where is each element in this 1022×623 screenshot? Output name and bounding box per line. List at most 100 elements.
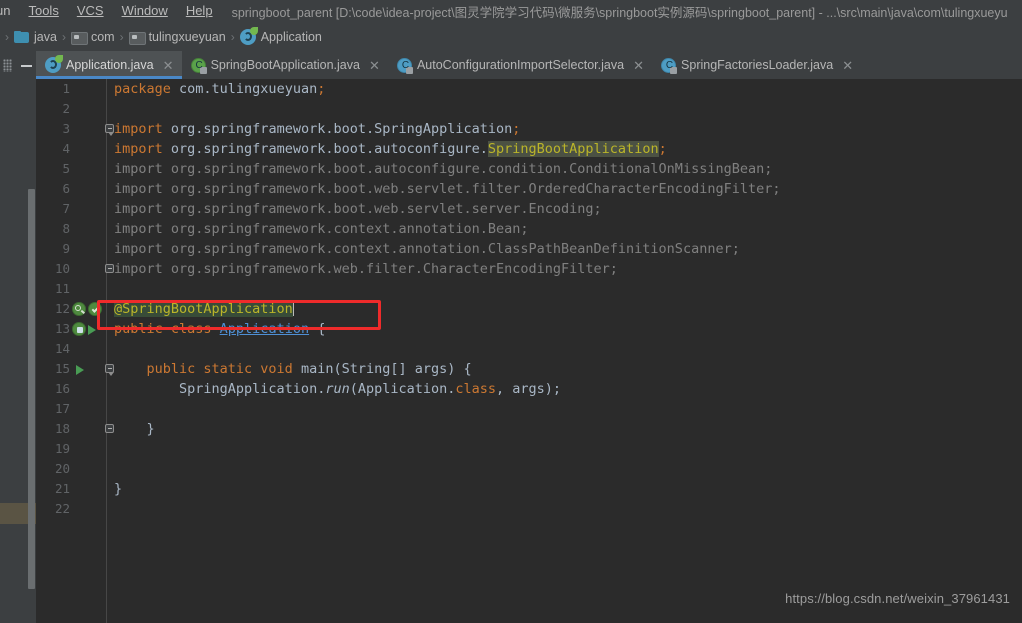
tab-label: AutoConfigurationImportSelector.java <box>416 58 625 72</box>
project-scrollbar[interactable] <box>28 189 35 589</box>
code-line[interactable]: 19 <box>36 439 1022 459</box>
code-token: run <box>325 381 350 397</box>
code-token: import org.springframework.boot.web.serv… <box>114 201 602 217</box>
tab-autoconfigurationimportselector-java[interactable]: AutoConfigurationImportSelector.java ✕ <box>387 51 653 79</box>
tab-label: SpringBootApplication.java <box>210 58 360 72</box>
code-line[interactable]: 11 <box>36 279 1022 299</box>
code-token: @SpringBootApplication <box>114 301 293 317</box>
code-line[interactable]: 4 import org.springframework.boot.autocon… <box>36 139 1022 159</box>
code-line[interactable]: 16 SpringApplication.run(Application.cla… <box>36 379 1022 399</box>
tab-close-icon[interactable]: ✕ <box>842 59 853 72</box>
line-number: 13 <box>54 321 70 336</box>
spring-bean-icon[interactable] <box>72 322 86 336</box>
run-icon[interactable] <box>88 325 96 335</box>
breadcrumb-separator: › <box>61 29 66 44</box>
code-text: import org.springframework.context.annot… <box>114 239 1022 259</box>
code-token: import org.springframework.context.annot… <box>114 241 740 257</box>
code-token: public class <box>114 321 220 337</box>
menu-item-vcs[interactable]: VCS <box>68 0 113 22</box>
code-text: import org.springframework.boot.web.serv… <box>114 179 1022 199</box>
menu-item-label: Help <box>185 3 213 18</box>
line-number: 6 <box>62 181 70 196</box>
spring-class-icon <box>239 26 258 45</box>
code-token <box>292 301 294 316</box>
code-line[interactable]: 13 public class Application { <box>36 319 1022 339</box>
tab-springbootapplication-java[interactable]: SpringBootApplication.java ✕ <box>181 51 388 79</box>
window-title: springboot_parent [D:\code\idea-project\… <box>231 5 1008 20</box>
code-text: @SpringBootApplication <box>114 299 1022 319</box>
menu-item-label: VCS <box>76 3 104 18</box>
code-token: import org.springframework.boot.autoconf… <box>114 161 773 177</box>
bean-check-icon[interactable] <box>88 302 102 316</box>
code-line[interactable]: 18 } <box>36 419 1022 439</box>
tab-application-java[interactable]: Application.java ✕ <box>36 51 182 79</box>
menu-item-label: Tools <box>28 3 59 18</box>
drag-handle-icon[interactable] <box>3 58 12 72</box>
line-number: 15 <box>54 361 70 376</box>
code-line[interactable]: 1 package com.tulingxueyuan; <box>36 79 1022 99</box>
line-number: 4 <box>62 141 70 156</box>
code-text: } <box>114 479 1022 499</box>
code-line[interactable]: 6 import org.springframework.boot.web.ser… <box>36 179 1022 199</box>
line-number: 12 <box>54 301 70 316</box>
code-token: import org.springframework.boot.web.serv… <box>114 181 781 197</box>
menu-item-window[interactable]: Window <box>113 0 177 22</box>
code-text: import org.springframework.context.annot… <box>114 219 1022 239</box>
code-line[interactable]: 15 public static void main(String[] args… <box>36 359 1022 379</box>
menu-item-help[interactable]: Help <box>177 0 222 22</box>
breadcrumb-item-java[interactable]: java <box>14 30 57 44</box>
line-number: 9 <box>62 241 70 256</box>
code-line[interactable]: 2 <box>36 99 1022 119</box>
code-token: public static void <box>146 361 301 377</box>
project-tool-window-sliver[interactable] <box>0 79 36 623</box>
code-line[interactable]: 3 import org.springframework.boot.SpringA… <box>36 119 1022 139</box>
line-number: 17 <box>54 401 70 416</box>
tab-close-icon[interactable]: ✕ <box>633 59 644 72</box>
breadcrumb-item-com[interactable]: com <box>70 30 115 45</box>
code-line[interactable]: 21} <box>36 479 1022 499</box>
line-number: 3 <box>62 121 70 136</box>
breadcrumb-item-tulingxueyuan[interactable]: tulingxueyuan <box>128 30 226 45</box>
code-line[interactable]: 20 <box>36 459 1022 479</box>
code-line[interactable]: 12 @SpringBootApplication <box>36 299 1022 319</box>
code-text: package com.tulingxueyuan; <box>114 79 1022 99</box>
code-token: (Application. <box>349 381 456 397</box>
annotation-icon <box>190 57 207 74</box>
line-number: 16 <box>54 381 70 396</box>
menu-item-tools[interactable]: Tools <box>19 0 67 22</box>
code-lines: 1 package com.tulingxueyuan; 2 3 import org.… <box>36 79 1022 519</box>
code-text: import org.springframework.boot.SpringAp… <box>114 119 1022 139</box>
code-line[interactable]: 7 import org.springframework.boot.web.ser… <box>36 199 1022 219</box>
code-line[interactable]: 8 import org.springframework.context.anno… <box>36 219 1022 239</box>
code-token: class <box>455 381 497 397</box>
code-token: ; <box>317 81 326 97</box>
tab-close-icon[interactable]: ✕ <box>163 59 174 72</box>
breadcrumb-item-application[interactable]: Application <box>239 26 322 45</box>
line-number: 21 <box>54 481 70 496</box>
folder-icon <box>128 31 146 45</box>
code-text: public static void main(String[] args) { <box>114 359 1022 379</box>
code-text: import org.springframework.boot.autoconf… <box>114 159 1022 179</box>
line-number: 14 <box>54 341 70 356</box>
editor-scrollbar[interactable] <box>1008 79 1022 623</box>
breadcrumb-label: java <box>34 29 57 44</box>
bean-search-icon[interactable] <box>72 302 86 316</box>
code-line[interactable]: 22 <box>36 499 1022 519</box>
menu-item-label: Window <box>121 3 168 18</box>
menu-item-run[interactable]: un <box>0 0 19 22</box>
line-number: 5 <box>62 161 70 176</box>
code-editor[interactable]: 1 package com.tulingxueyuan; 2 3 import org.… <box>36 79 1022 623</box>
tab-close-icon[interactable]: ✕ <box>369 59 380 72</box>
code-line[interactable]: 5 import org.springframework.boot.autocon… <box>36 159 1022 179</box>
collapse-icon[interactable] <box>20 59 33 72</box>
code-line[interactable]: 14 <box>36 339 1022 359</box>
code-line[interactable]: 10 import org.springframework.web.filter.… <box>36 259 1022 279</box>
folder-icon <box>70 31 88 45</box>
run-icon[interactable] <box>76 365 84 375</box>
code-line[interactable]: 17 <box>36 399 1022 419</box>
code-text: public class Application { <box>114 319 1022 339</box>
tab-springfactoriesloader-java[interactable]: SpringFactoriesLoader.java ✕ <box>652 51 862 79</box>
code-line[interactable]: 9 import org.springframework.context.anno… <box>36 239 1022 259</box>
code-token: (String[] args) { <box>333 361 472 377</box>
